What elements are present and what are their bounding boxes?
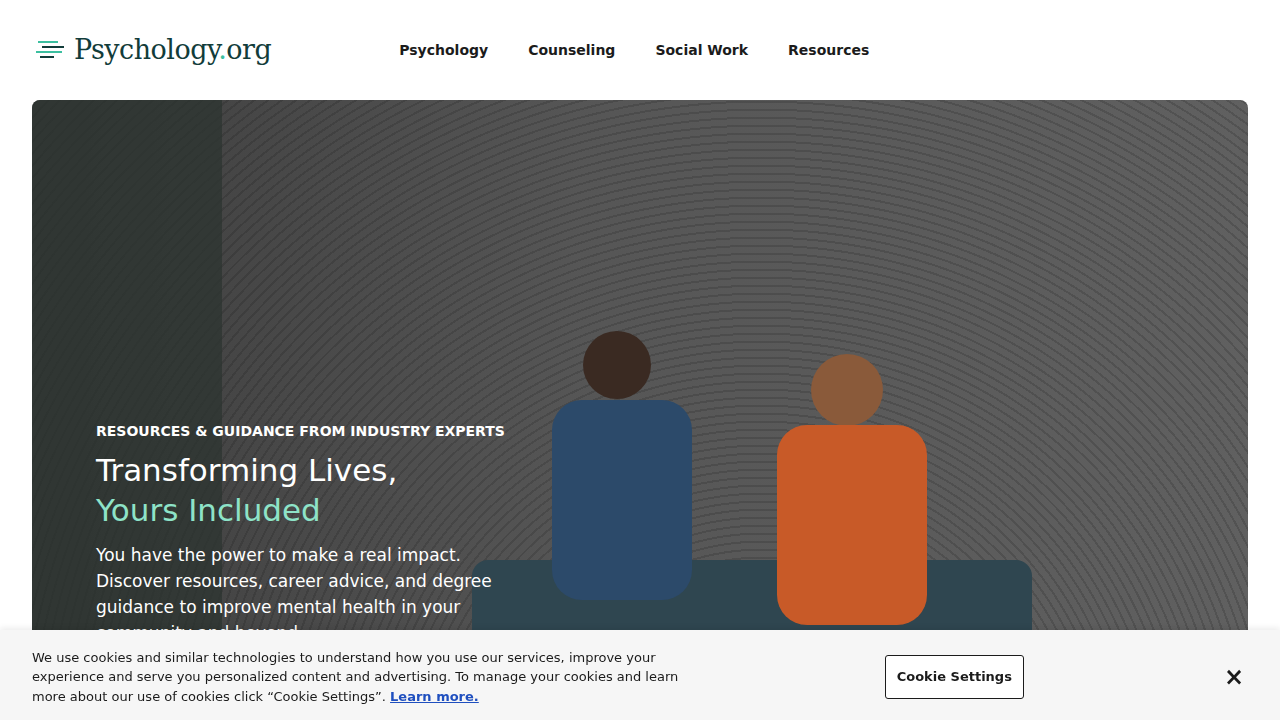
nav-link[interactable]: Resources [788,40,869,61]
logo-name: Psychology [74,34,218,65]
nav-link[interactable]: Social Work [655,40,748,61]
hero-eyebrow: RESOURCES & GUIDANCE FROM INDUSTRY EXPER… [96,422,516,440]
cookie-settings-button[interactable]: Cookie Settings [885,655,1024,699]
hero-banner: RESOURCES & GUIDANCE FROM INDUSTRY EXPER… [32,100,1248,720]
nav-link[interactable]: Psychology [399,40,488,61]
nav-link[interactable]: Counseling [528,40,615,61]
logo-text: Psychology.org [74,30,271,71]
cookie-text: We use cookies and similar technologies … [32,648,697,707]
cookie-message: We use cookies and similar technologies … [32,650,678,704]
hero-title-line: Transforming Lives, [96,450,516,490]
close-icon[interactable]: × [1220,665,1248,689]
main-nav: Psychology Counseling Social Work Resources [399,40,869,61]
logo-lines-icon [36,38,66,62]
logo-tld: org [226,34,271,65]
cookie-banner: We use cookies and similar technologies … [0,630,1280,720]
site-logo[interactable]: Psychology.org [36,30,271,71]
site-header: Psychology.org Psychology Counseling Socia… [0,0,1280,100]
learn-more-link[interactable]: Learn more. [390,689,479,704]
hero-title: Transforming Lives, Yours Included [96,450,516,530]
logo-dot: . [218,34,226,65]
hero-title-accent: Yours Included [96,490,516,530]
